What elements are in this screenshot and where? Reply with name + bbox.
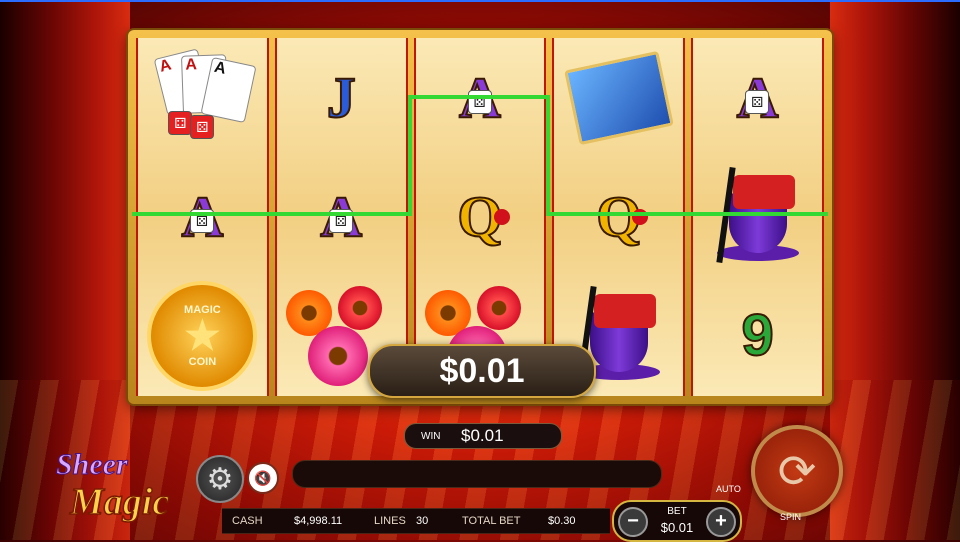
spin-label: SPIN [780,512,802,522]
reel-1-cell-3: MAGIC ★ COIN [138,277,267,396]
bet-decrease-button[interactable]: − [618,507,648,537]
reel-5-cell-1: A ⚄ [693,38,822,157]
logo-line-1: Sheer [56,448,129,482]
red-dice-icon: ⚃ [168,110,193,135]
logo-line-2: Magic [69,480,170,524]
symbol-nine: 9 [740,303,774,369]
reel-2: J A ⚄ [274,38,408,396]
rose-icon [632,209,649,226]
speaker-muted-icon: 🔇 [254,469,272,486]
reel-2-cell-2: A ⚄ [277,157,406,276]
win-label: WIN [421,430,441,442]
bet-label: BET [667,506,687,517]
pink-flower-icon [308,326,369,387]
win-amount-overlay: $0.01 [368,344,596,398]
win-value: $0.01 [461,426,504,445]
reel-1-cell-2: A ⚄ [138,157,267,276]
reel-3-cell-1: A ⚄ [416,38,545,157]
total-bet-label: TOTAL BET [462,515,521,527]
settings-button[interactable]: ⚙ [196,455,244,503]
lines-label: LINES [374,515,406,527]
cards-dice-symbol: A A A ⚃ ⚄ [152,48,257,143]
cash-value: $4,998.11 [294,515,343,527]
game-logo: Sheer Magic [52,446,212,532]
cash-label: CASH [232,515,263,527]
rose-icon [493,209,510,226]
symbol-j: J [326,64,357,130]
lines-value: 30 [416,515,429,527]
reel-4-cell-2: Q [554,157,683,276]
dice-icon: ⚄ [467,90,492,114]
spellbook-symbol [563,50,674,145]
auto-spin-button[interactable]: AUTO [716,484,741,494]
sound-toggle-button[interactable]: 🔇 [247,462,279,494]
reel-3-cell-2: Q [416,157,545,276]
coin-text-bottom: COIN [188,356,217,369]
reel-5-cell-2 [693,157,822,276]
win-panel: WIN $0.01 [404,423,562,449]
spin-button[interactable]: ⟳ [751,425,843,517]
reel-5-cell-3: 9 [693,277,822,396]
message-bar [292,460,662,488]
magic-coin-symbol: MAGIC ★ COIN [147,281,258,392]
reel-4: Q [552,38,686,396]
red-dice-icon: ⚄ [190,114,215,139]
reel-1-cell-1: A A A ⚃ ⚄ [138,38,267,157]
red-flower-icon [476,286,521,331]
bet-control: − BET $0.01 + [612,500,742,542]
bet-value: $0.01 [660,520,694,535]
magic-hat-symbol [713,167,803,267]
top-border [0,0,960,2]
reel-2-cell-1: J [277,38,406,157]
dice-icon: ⚄ [190,209,214,234]
status-bar: CASH $4,998.11 LINES 30 TOTAL BET $0.30 [222,508,610,534]
dice-icon: ⚄ [745,90,770,114]
total-bet-value: $0.30 [548,515,576,527]
reel-5: A ⚄ 9 [691,38,824,396]
reel-1: A A A ⚃ ⚄ A ⚄ MAGIC ★ COIN [136,38,269,396]
reel-4-cell-1 [554,38,683,157]
dice-icon: ⚄ [328,209,353,234]
gear-icon: ⚙ [206,462,234,496]
red-flower-icon [338,286,383,331]
hat-cloth [732,174,795,209]
star-icon: ★ [184,314,221,359]
bet-increase-button[interactable]: + [706,507,736,537]
reels-grid: A A A ⚃ ⚄ A ⚄ MAGIC ★ COIN [136,38,824,396]
spin-arrows-icon: ⟳ [777,445,817,497]
hat-cloth [593,294,656,329]
reel-3: A ⚄ Q [413,38,547,396]
